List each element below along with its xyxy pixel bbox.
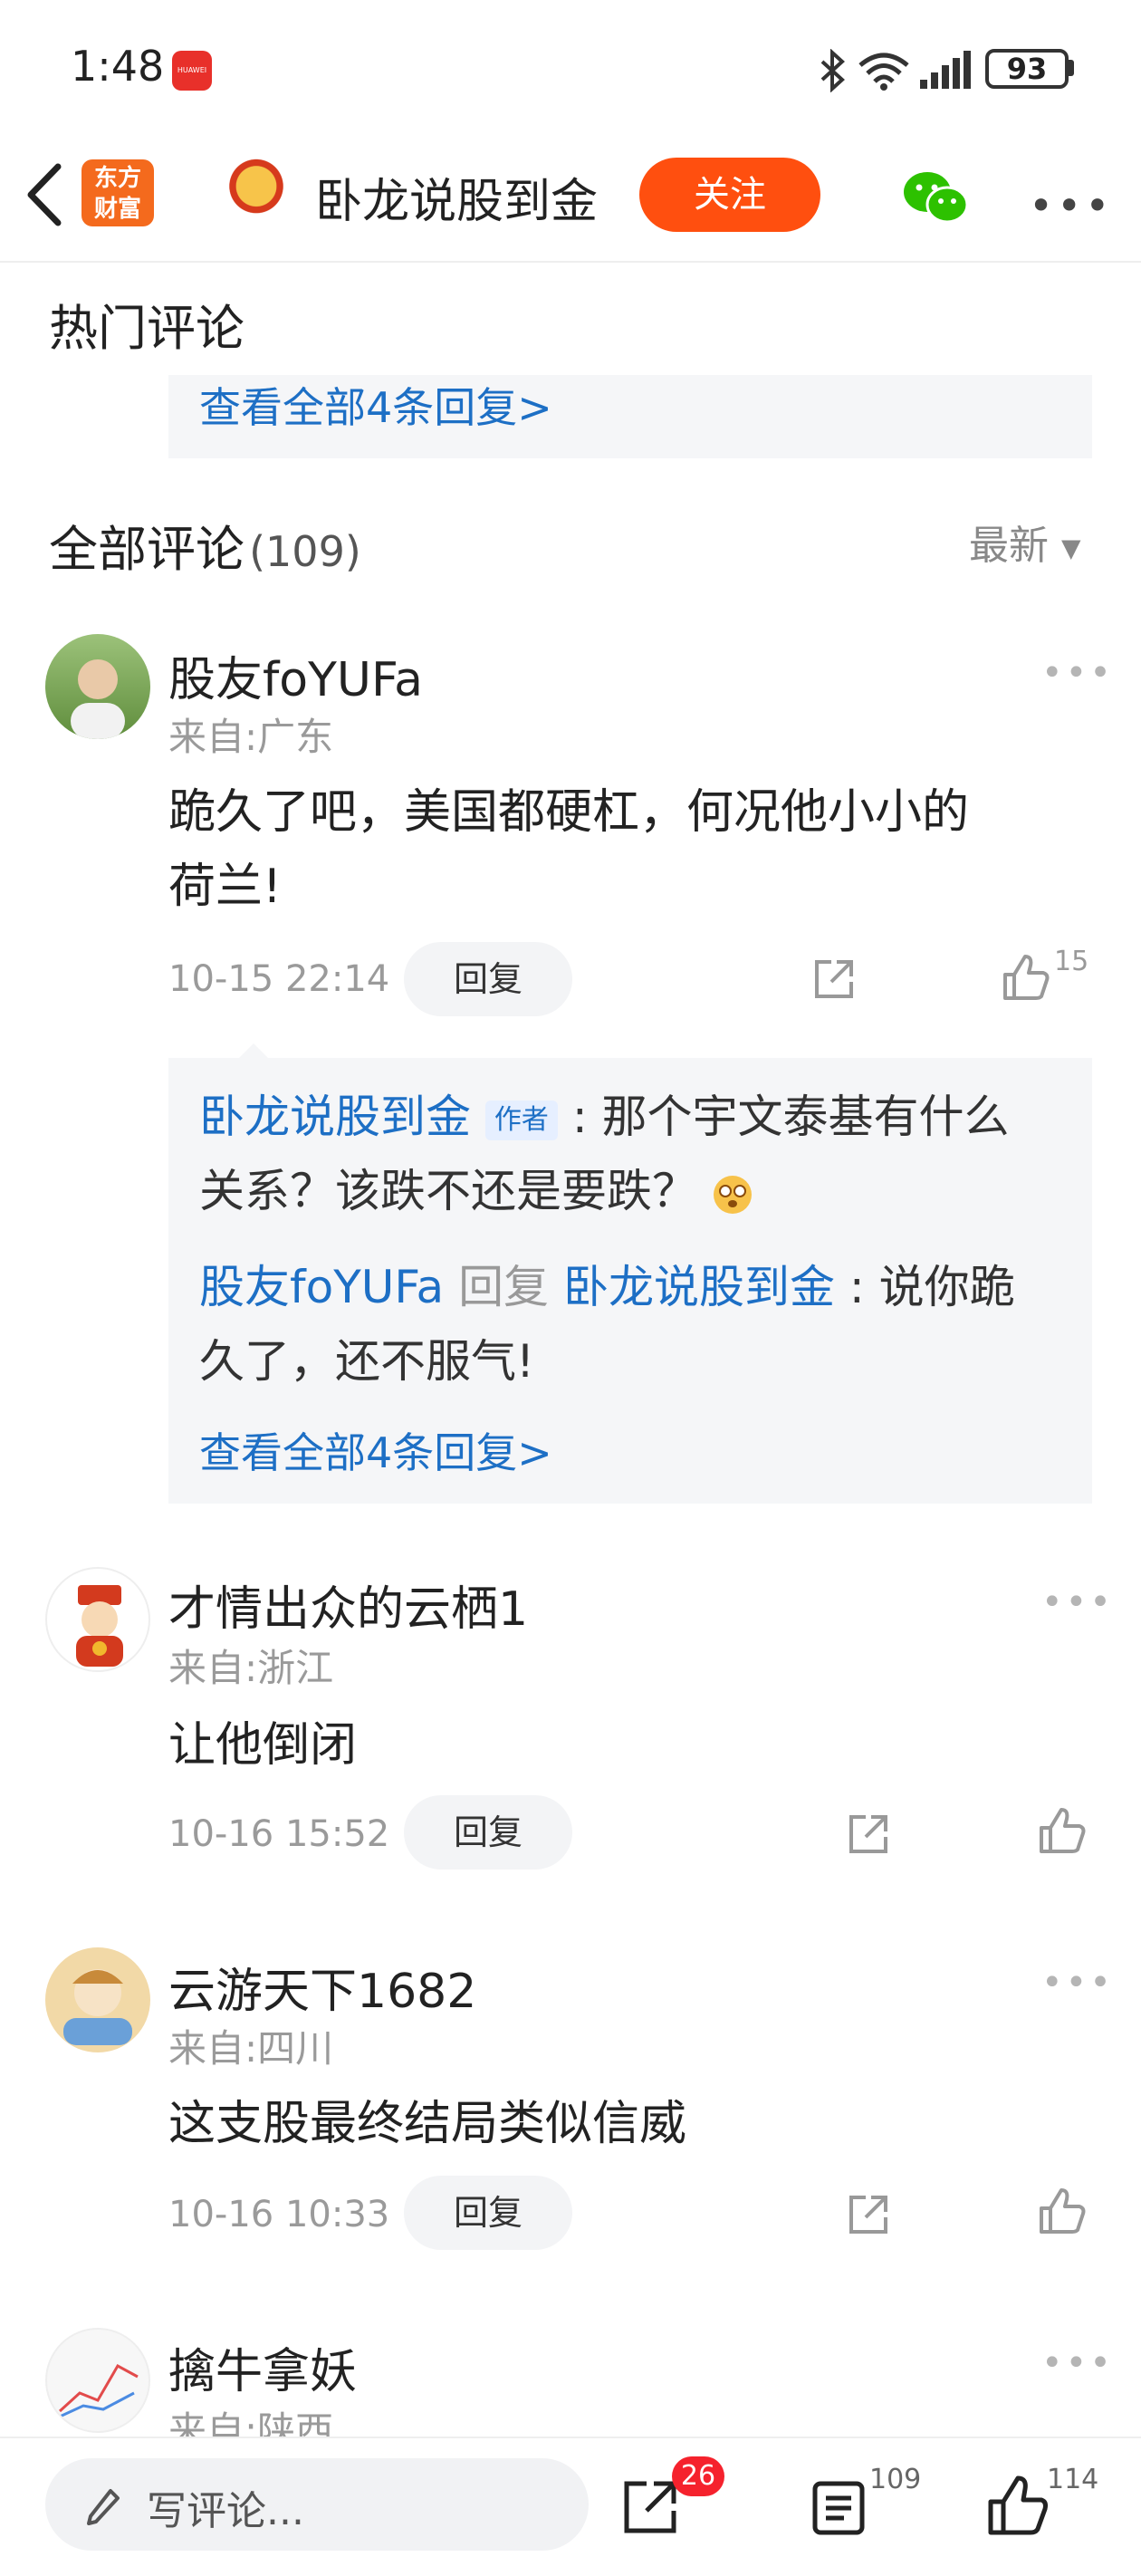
reply-button[interactable]: 回复: [404, 942, 572, 1016]
avatar[interactable]: [45, 2328, 150, 2433]
comment-count: 109: [869, 2464, 922, 2495]
follow-button[interactable]: 关注: [639, 158, 820, 232]
comment-more-icon[interactable]: •••: [1041, 1581, 1114, 1623]
reply-target-name[interactable]: 卧龙说股到金: [563, 1261, 835, 1313]
comment-more-icon[interactable]: •••: [1041, 652, 1114, 694]
bluetooth-icon: [820, 49, 845, 92]
view-all-replies-link[interactable]: 查看全部4条回复>: [199, 1420, 552, 1480]
header-divider: [0, 261, 1141, 263]
reply-item: 卧龙说股到金 作者 : 那个宇文泰基有什么 关系？该跌不还是要跌？: [199, 1080, 1078, 1228]
comment-username[interactable]: 擒牛拿妖: [168, 2333, 357, 2401]
user-photo: [71, 659, 125, 739]
signal-icon: [920, 51, 971, 89]
reply-item: 股友foYUFa 回复 卧龙说股到金 : 说你跪 久了，还不服气!: [199, 1250, 1078, 1399]
caishen-avatar-image: [76, 1585, 123, 1667]
caret-down-icon: ▼: [1061, 533, 1081, 563]
sort-dropdown[interactable]: 最新 ▼: [969, 513, 1081, 571]
all-comments-title: 全部评论: [49, 521, 244, 578]
wechat-share-icon[interactable]: [902, 170, 971, 225]
reply-button[interactable]: 回复: [404, 1795, 572, 1870]
reply-text-a: : 说你跪: [849, 1261, 1015, 1313]
more-options-icon[interactable]: •••: [1029, 181, 1113, 230]
comment-location: 来自:浙江: [168, 1646, 334, 1690]
share-icon[interactable]: [621, 2478, 679, 2536]
comment-location: 来自:广东: [168, 715, 334, 759]
chart-avatar-image: [58, 2363, 139, 2418]
reply-text-b: 久了，还不服气!: [199, 1335, 535, 1388]
hot-comments-title: 热门评论: [49, 300, 244, 357]
comment-more-icon[interactable]: •••: [1041, 2342, 1114, 2384]
reply-text-b: 关系？该跌不还是要跌？: [199, 1165, 697, 1217]
comment-username[interactable]: 云游天下1682: [168, 1953, 476, 2021]
huawei-notification-icon: HUAWEI: [172, 51, 212, 91]
back-arrow-icon[interactable]: [24, 163, 65, 226]
reply-author-name[interactable]: 股友foYUFa: [199, 1261, 444, 1313]
avatar[interactable]: [45, 1947, 150, 2052]
share-icon[interactable]: [846, 2192, 891, 2237]
status-time: 1:48: [71, 42, 165, 91]
comment-time: 10-16 15:52: [168, 1813, 390, 1855]
write-comment-input[interactable]: [45, 2458, 589, 2551]
avatar[interactable]: [45, 634, 150, 739]
author-avatar[interactable]: [214, 152, 299, 237]
comment-time: 10-16 10:33: [168, 2194, 390, 2235]
eastmoney-logo: 东方 财富: [82, 159, 154, 226]
wifi-icon: [858, 53, 909, 91]
battery-indicator: 93: [985, 49, 1069, 89]
avatar[interactable]: [45, 1567, 150, 1672]
like-count: 15: [1054, 946, 1089, 977]
reply-author-name[interactable]: 卧龙说股到金: [199, 1091, 471, 1143]
like-icon[interactable]: [1038, 2187, 1087, 2235]
comment-more-icon[interactable]: •••: [1041, 1962, 1114, 2004]
reply-button[interactable]: 回复: [404, 2176, 572, 2250]
page-title[interactable]: 卧龙说股到金: [315, 163, 598, 231]
cartoon-avatar-image: [63, 1969, 132, 2045]
battery-tip: [1069, 60, 1074, 76]
share-icon[interactable]: [846, 1812, 891, 1857]
hot-view-all-replies-link[interactable]: 查看全部4条回复>: [199, 375, 552, 435]
sort-label: 最新: [969, 523, 1049, 569]
comment-username[interactable]: 才情出众的云栖1: [168, 1571, 528, 1639]
comment-text-line2: 荷兰!: [168, 860, 282, 914]
all-comments-count: (109): [249, 527, 361, 576]
logo-line1: 东方: [93, 165, 141, 192]
author-tag: 作者: [484, 1100, 558, 1140]
dizzy-emoji-icon: [713, 1175, 752, 1214]
like-icon[interactable]: [987, 2475, 1049, 2536]
all-comments-header: 全部评论 (109): [49, 509, 361, 581]
comment-username[interactable]: 股友foYUFa: [168, 641, 423, 709]
comment-text: 跪久了吧，美国都硬杠，何况他小小的 荷兰!: [168, 775, 1074, 924]
like-count: 114: [1047, 2464, 1099, 2495]
comment-location: 来自:四川: [168, 2026, 334, 2071]
reply-word: 回复: [458, 1261, 550, 1313]
pencil-icon: [87, 2489, 120, 2525]
comment-text-line1: 跪久了吧，美国都硬杠，何况他小小的: [168, 785, 970, 840]
comments-list-icon[interactable]: [811, 2480, 866, 2536]
comment-text: 这支股最终结局类似信威: [168, 2097, 687, 2151]
comment-time: 10-15 22:14: [168, 958, 390, 1000]
reply-text-a: : 那个宇文泰基有什么: [571, 1091, 1010, 1143]
comment-text: 让他倒闭: [168, 1718, 358, 1773]
share-count-badge: 26: [672, 2456, 724, 2496]
logo-line2: 财富: [93, 196, 141, 223]
reply-box-pointer: [237, 1043, 270, 1060]
share-icon[interactable]: [811, 956, 857, 1002]
like-icon[interactable]: [1038, 1806, 1087, 1855]
like-icon[interactable]: [1002, 953, 1050, 1002]
write-comment-placeholder[interactable]: 写评论...: [147, 2478, 304, 2536]
